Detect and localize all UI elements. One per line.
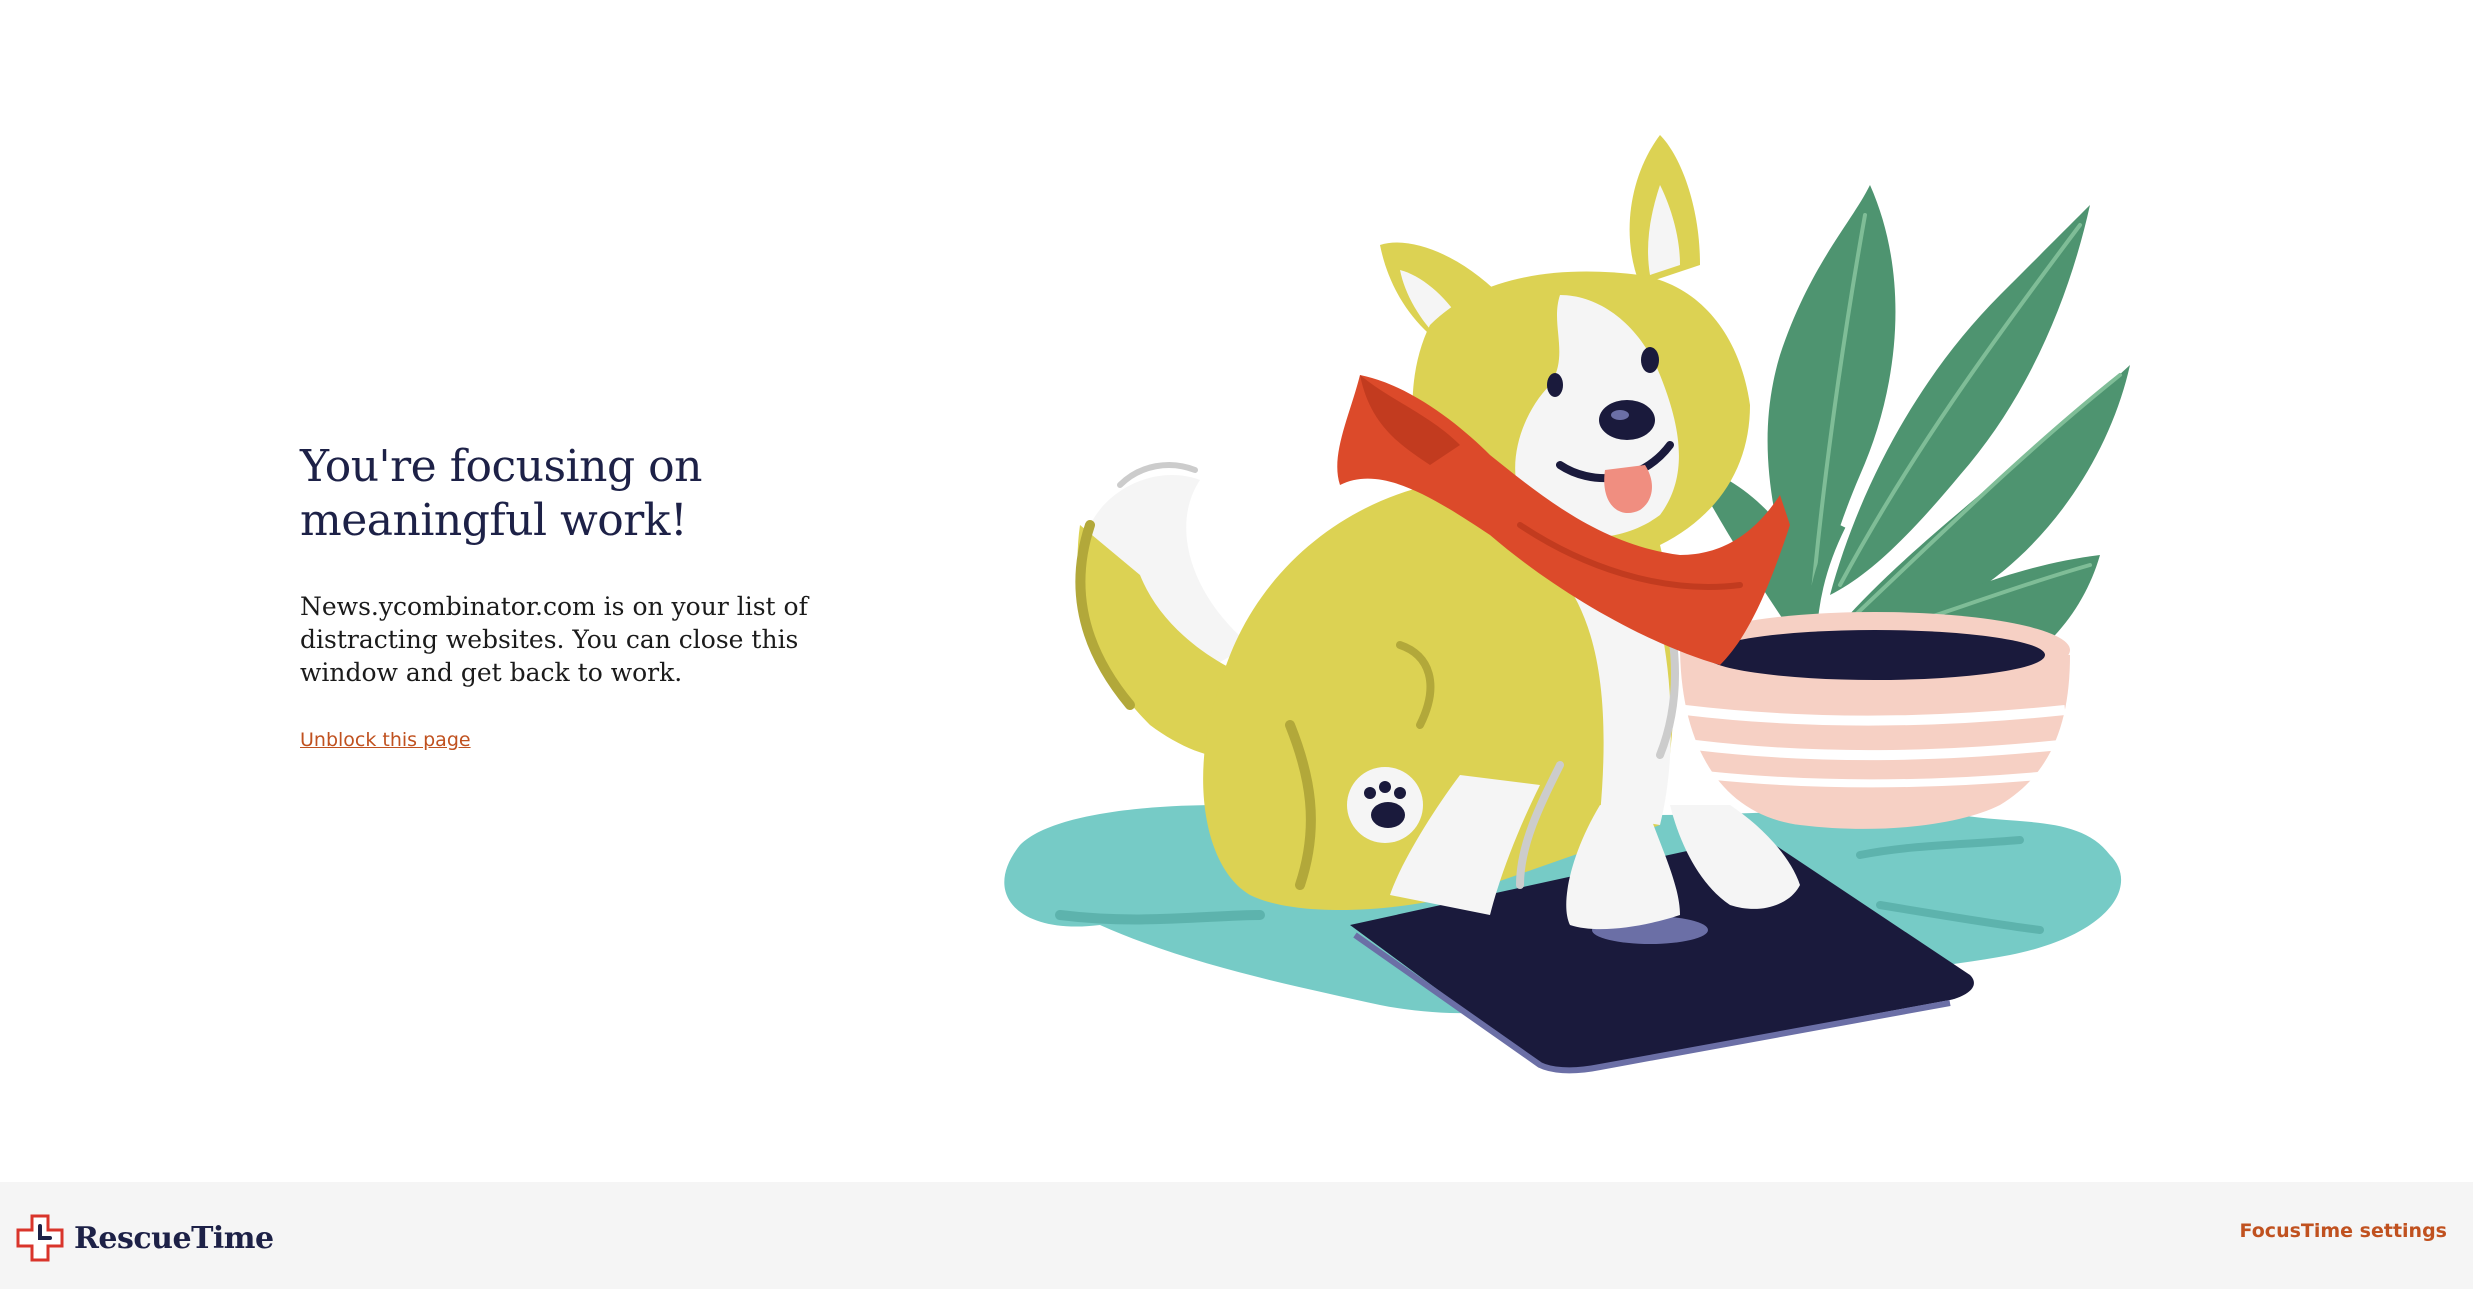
focustime-settings-link[interactable]: FocusTime settings (2240, 1220, 2447, 1242)
rescuetime-logo[interactable]: RescueTime (16, 1214, 274, 1262)
blocked-site-message: News.ycombinator.com is on your list of … (300, 592, 808, 687)
rescuetime-cross-clock-icon (16, 1214, 64, 1262)
footer-bar: RescueTime FocusTime settings (0, 1182, 2473, 1289)
logo-text: RescueTime (74, 1220, 274, 1256)
blocked-message-panel: You're focusing on meaningful work! News… (300, 440, 900, 751)
corgi-illustration (1004, 135, 2130, 1074)
plant-pot (1680, 612, 2070, 829)
blocked-page-main: You're focusing on meaningful work! News… (0, 0, 2473, 1182)
unblock-page-link[interactable]: Unblock this page (300, 729, 471, 751)
page-title: You're focusing on meaningful work! (300, 441, 702, 546)
